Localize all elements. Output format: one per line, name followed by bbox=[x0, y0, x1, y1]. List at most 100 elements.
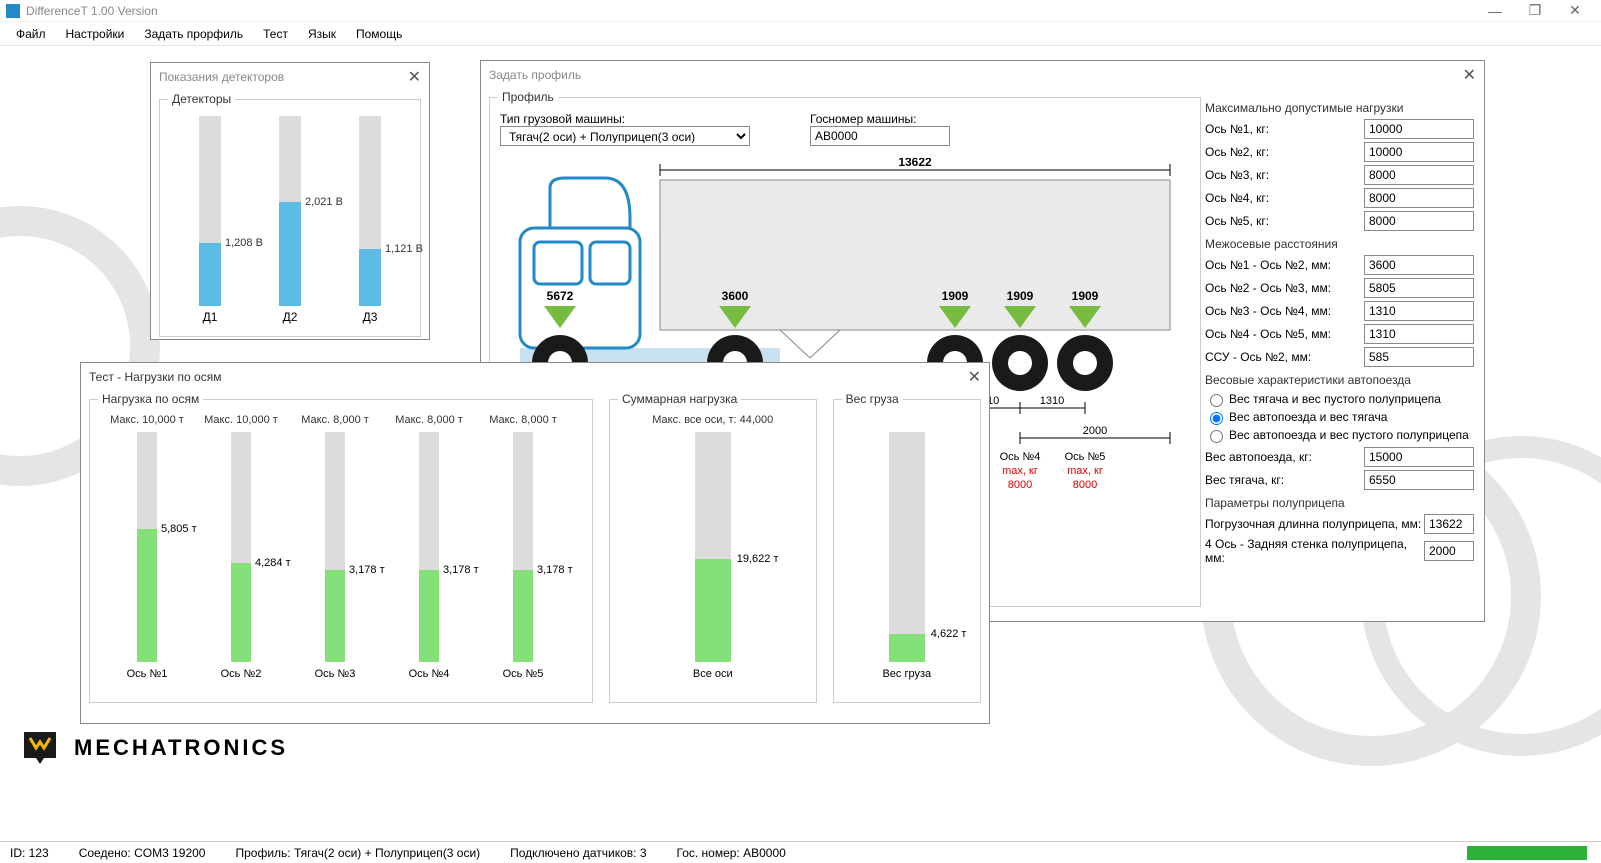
close-icon[interactable]: ✕ bbox=[1463, 65, 1476, 85]
weight-char-title: Весовые характеристики автопоезда bbox=[1205, 373, 1474, 387]
axle-max-3: Макс. 8,000 т bbox=[382, 414, 476, 428]
app-icon bbox=[6, 4, 20, 18]
weight-input-1[interactable] bbox=[1364, 470, 1474, 490]
detector-bar: 1,208 В bbox=[199, 116, 221, 306]
interaxle-input-3[interactable] bbox=[1364, 324, 1474, 344]
trailer-param-input-0[interactable] bbox=[1424, 514, 1474, 534]
max-load-input-3[interactable] bbox=[1364, 188, 1474, 208]
logo-text: MECHATRONICS bbox=[74, 735, 288, 761]
interaxle-input-0[interactable] bbox=[1364, 255, 1474, 275]
max-load-label-0: Ось №1, кг: bbox=[1205, 122, 1364, 136]
sum-max: Макс. все оси, т: 44,000 bbox=[620, 414, 806, 428]
svg-text:max, кг: max, кг bbox=[1002, 465, 1038, 477]
svg-text:1909: 1909 bbox=[1007, 289, 1034, 303]
axle-name-1: Ось №2 bbox=[194, 668, 288, 680]
detector-name: Д1 bbox=[203, 310, 218, 324]
status-bar: ID: 123 Соедено: COM3 19200 Профиль: Тяг… bbox=[0, 841, 1601, 863]
detector-name: Д3 bbox=[363, 310, 378, 324]
max-load-input-1[interactable] bbox=[1364, 142, 1474, 162]
weight-radio-1[interactable] bbox=[1210, 412, 1223, 425]
close-icon[interactable]: ✕ bbox=[968, 367, 981, 387]
axle-max-1: Макс. 10,000 т bbox=[194, 414, 288, 428]
truck-type-select[interactable]: Тягач(2 оси) + Полуприцеп(3 оси) bbox=[500, 126, 750, 146]
status-profile: Профиль: Тягач(2 оси) + Полуприцеп(3 оси… bbox=[235, 846, 480, 860]
svg-text:8000: 8000 bbox=[1073, 479, 1097, 491]
close-window-button[interactable]: ✕ bbox=[1555, 2, 1595, 19]
cargo-legend: Вес груза bbox=[842, 392, 903, 406]
close-icon[interactable]: ✕ bbox=[408, 67, 421, 87]
detector-bar: 1,121 В bbox=[359, 116, 381, 306]
truck-type-label: Тип грузовой машины: bbox=[500, 112, 750, 126]
axle-bar-0: 5,805 т bbox=[137, 432, 157, 662]
status-connection: Соедено: COM3 19200 bbox=[79, 846, 206, 860]
axle-max-2: Макс. 8,000 т bbox=[288, 414, 382, 428]
axle-bar-3: 3,178 т bbox=[419, 432, 439, 662]
brand-logo: MECHATRONICS bbox=[20, 728, 288, 768]
status-plate: Гос. номер: АВ0000 bbox=[677, 846, 786, 860]
menu-set-profile[interactable]: Задать прорфиль bbox=[136, 25, 251, 43]
max-load-label-1: Ось №2, кг: bbox=[1205, 145, 1364, 159]
sum-name: Все оси bbox=[620, 668, 806, 680]
max-load-label-4: Ось №5, кг: bbox=[1205, 214, 1364, 228]
axle-max-0: Макс. 10,000 т bbox=[100, 414, 194, 428]
trailer-param-label-0: Погрузочная длинна полуприцепа, мм: bbox=[1205, 517, 1424, 531]
detectors-panel: Показания детекторов ✕ Детекторы 1,208 В… bbox=[150, 62, 430, 340]
svg-text:Ось №5: Ось №5 bbox=[1065, 451, 1106, 463]
weight-label-0: Вес автопоезда, кг: bbox=[1205, 450, 1364, 464]
axle-bar-2: 3,178 т bbox=[325, 432, 345, 662]
menu-language[interactable]: Язык bbox=[300, 25, 344, 43]
axle-bar-1: 4,284 т bbox=[231, 432, 251, 662]
menu-file[interactable]: Файл bbox=[8, 25, 54, 43]
svg-text:max, кг: max, кг bbox=[1067, 465, 1103, 477]
logo-icon bbox=[20, 728, 60, 768]
window-titlebar: DifferenceT 1.00 Version — ❐ ✕ bbox=[0, 0, 1601, 22]
interaxle-label-4: ССУ - Ось №2, мм: bbox=[1205, 350, 1364, 364]
svg-text:13622: 13622 bbox=[898, 158, 932, 169]
svg-text:8000: 8000 bbox=[1008, 479, 1032, 491]
max-load-input-2[interactable] bbox=[1364, 165, 1474, 185]
weight-input-0[interactable] bbox=[1364, 447, 1474, 467]
plate-input[interactable] bbox=[810, 126, 950, 146]
menubar: Файл Настройки Задать прорфиль Тест Язык… bbox=[0, 22, 1601, 46]
cargo-name: Вес груза bbox=[844, 668, 970, 680]
weight-radio-label-1: Вес автопоезда и вес тягача bbox=[1229, 410, 1387, 424]
svg-text:1909: 1909 bbox=[942, 289, 969, 303]
interaxle-label-2: Ось №3 - Ось №4, мм: bbox=[1205, 304, 1364, 318]
minimize-button[interactable]: — bbox=[1475, 3, 1515, 19]
weight-radio-2[interactable] bbox=[1210, 430, 1223, 443]
detectors-panel-title: Показания детекторов bbox=[159, 70, 284, 84]
profile-panel-title: Задать профиль bbox=[489, 68, 581, 82]
axle-name-0: Ось №1 bbox=[100, 668, 194, 680]
interaxle-input-4[interactable] bbox=[1364, 347, 1474, 367]
test-panel-title: Тест - Нагрузки по осям bbox=[89, 370, 221, 384]
detectors-group-legend: Детекторы bbox=[168, 92, 235, 106]
status-id: ID: 123 bbox=[10, 846, 49, 860]
interaxle-input-2[interactable] bbox=[1364, 301, 1474, 321]
maximize-button[interactable]: ❐ bbox=[1515, 2, 1555, 19]
svg-text:5672: 5672 bbox=[547, 289, 574, 303]
max-load-input-4[interactable] bbox=[1364, 211, 1474, 231]
interaxle-label-0: Ось №1 - Ось №2, мм: bbox=[1205, 258, 1364, 272]
axle-name-3: Ось №4 bbox=[382, 668, 476, 680]
menu-settings[interactable]: Настройки bbox=[58, 25, 133, 43]
weight-radio-label-2: Вес автопоезда и вес пустого полуприцепа bbox=[1229, 428, 1469, 442]
trailer-param-input-1[interactable] bbox=[1424, 541, 1474, 561]
menu-help[interactable]: Помощь bbox=[348, 25, 410, 43]
svg-text:1909: 1909 bbox=[1072, 289, 1099, 303]
menu-test[interactable]: Тест bbox=[255, 25, 296, 43]
trailer-params-title: Параметры полуприцепа bbox=[1205, 496, 1474, 510]
interaxle-input-1[interactable] bbox=[1364, 278, 1474, 298]
plate-label: Госномер машины: bbox=[810, 112, 950, 126]
status-progress bbox=[1467, 846, 1587, 860]
test-panel: Тест - Нагрузки по осям ✕ Нагрузка по ос… bbox=[80, 362, 990, 724]
detector-name: Д2 bbox=[283, 310, 298, 324]
weight-radio-0[interactable] bbox=[1210, 394, 1223, 407]
status-sensors: Подключено датчиков: 3 bbox=[510, 846, 646, 860]
max-load-label-3: Ось №4, кг: bbox=[1205, 191, 1364, 205]
svg-text:1310: 1310 bbox=[1040, 395, 1064, 407]
trailer-param-label-1: 4 Ось - Задняя стенка полуприцепа, мм: bbox=[1205, 537, 1424, 565]
axle-bar-4: 3,178 т bbox=[513, 432, 533, 662]
weight-radio-label-0: Вес тягача и вес пустого полуприцепа bbox=[1229, 392, 1441, 406]
axle-max-4: Макс. 8,000 т bbox=[476, 414, 570, 428]
max-load-input-0[interactable] bbox=[1364, 119, 1474, 139]
